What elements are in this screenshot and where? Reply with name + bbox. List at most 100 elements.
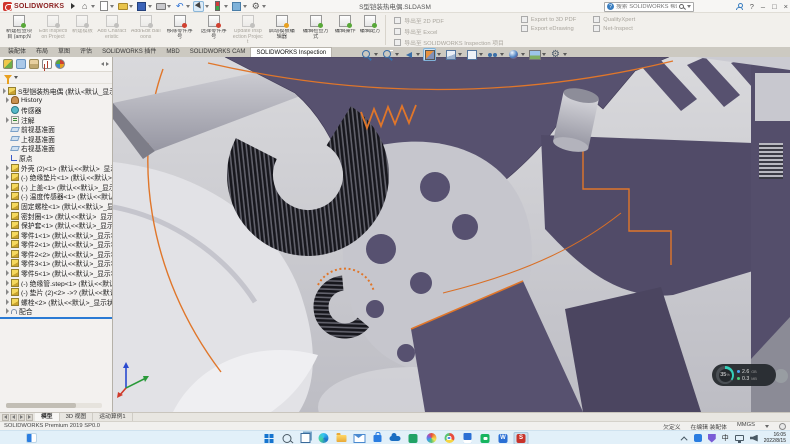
export-button[interactable]: Export eDrawing: [521, 25, 576, 32]
tray-expand-icon[interactable]: [680, 436, 687, 443]
tree-item[interactable]: 前视基准面: [0, 124, 112, 134]
tab-scroll-left[interactable]: [10, 414, 17, 421]
tree-item[interactable]: 零件2<2> (默认<<默认>_显示状态: [0, 249, 112, 259]
search-icon[interactable]: [280, 432, 295, 444]
dropdown-arrow-icon[interactable]: [521, 53, 525, 56]
tree-item[interactable]: 配合: [0, 307, 112, 317]
ribbon-button[interactable]: 新建检查项目 (amp;N: [2, 13, 36, 47]
configurationmanager-tab-icon[interactable]: [29, 59, 39, 69]
expand-arrow-icon[interactable]: [6, 203, 9, 209]
propertymanager-tab-icon[interactable]: [16, 59, 26, 69]
export-button[interactable]: 导出至 2D PDF: [394, 16, 504, 25]
heads-up-item[interactable]: [507, 48, 525, 61]
search-box[interactable]: ?: [604, 2, 694, 12]
options-icon[interactable]: [250, 1, 261, 12]
expand-arrow-icon[interactable]: [6, 270, 9, 276]
export-button[interactable]: Export to 3D PDF: [521, 16, 576, 23]
expand-arrow-icon[interactable]: [6, 174, 9, 180]
dropdown-arrow-icon[interactable]: [395, 53, 399, 56]
expand-arrow-icon[interactable]: [6, 184, 9, 190]
quick-access-item[interactable]: [212, 1, 228, 12]
dropdown-arrow-icon[interactable]: [500, 53, 504, 56]
tree-item[interactable]: 保护套<1> (默认<<默认>_显示状态: [0, 220, 112, 230]
heads-up-item[interactable]: [360, 48, 378, 61]
model-canvas[interactable]: [113, 57, 790, 412]
login-icon[interactable]: [736, 3, 743, 10]
commandmanager-tab[interactable]: MBD: [161, 47, 184, 57]
undo-icon[interactable]: [174, 1, 185, 12]
scrollbar-thumb[interactable]: [6, 403, 76, 408]
taskbar-clock[interactable]: 16:05 2022/8/15: [764, 432, 786, 444]
expand-arrow-icon[interactable]: [6, 260, 9, 266]
heads-up-item[interactable]: [402, 48, 420, 61]
tray-app-icon[interactable]: [694, 434, 702, 442]
tree-divider[interactable]: [0, 317, 112, 319]
filter-dropdown-icon[interactable]: [14, 76, 18, 79]
expand-arrow-icon[interactable]: [6, 251, 9, 257]
commandmanager-tab[interactable]: 草图: [53, 47, 75, 57]
dropdown-arrow-icon[interactable]: [167, 5, 171, 8]
panel-horizontal-scrollbar[interactable]: [6, 403, 102, 408]
store-icon[interactable]: [370, 432, 385, 444]
ribbon-button[interactable]: 移除零件序号: [163, 13, 197, 47]
tree-item[interactable]: 上视基准面: [0, 134, 112, 144]
display-settings-icon[interactable]: [231, 1, 242, 12]
dropdown-arrow-icon[interactable]: [224, 5, 228, 8]
tree-item[interactable]: (-) 绝缘管.step<1> (默认<<默认>: [0, 278, 112, 288]
dropdown-arrow-icon[interactable]: [91, 5, 95, 8]
expand-arrow-icon[interactable]: [6, 213, 9, 219]
ribbon-button[interactable]: 编辑检查方式: [299, 13, 333, 47]
ribbon-button[interactable]: 启动模板编辑器: [265, 13, 299, 47]
expand-arrow-icon[interactable]: [6, 117, 9, 123]
hide-show-items-icon[interactable]: [486, 48, 499, 61]
dropdown-arrow-icon[interactable]: [243, 5, 247, 8]
tree-item[interactable]: 右视基准面: [0, 144, 112, 154]
expand-arrow-icon[interactable]: [3, 88, 6, 94]
document-tab[interactable]: 模型: [35, 413, 60, 421]
dropdown-arrow-icon[interactable]: [374, 53, 378, 56]
quick-access-item[interactable]: [231, 1, 247, 12]
app-green-icon[interactable]: [406, 432, 421, 444]
tree-item[interactable]: 传感器: [0, 105, 112, 115]
tree-item[interactable]: (-) 绝缘垫片<1> (默认<<默认>_显示: [0, 172, 112, 182]
select-icon[interactable]: [193, 1, 204, 12]
search-input[interactable]: [616, 4, 677, 10]
export-button[interactable]: 导出至 Excel: [394, 27, 504, 36]
tree-item[interactable]: 原点: [0, 153, 112, 163]
quick-access-item[interactable]: [98, 1, 114, 12]
heads-up-item[interactable]: [444, 48, 462, 61]
overlay-handle[interactable]: [774, 369, 788, 383]
restore-button[interactable]: □: [772, 2, 777, 11]
widgets-icon[interactable]: [26, 433, 37, 443]
expand-arrow-icon[interactable]: [6, 232, 9, 238]
export-button[interactable]: QualityXpert: [593, 16, 635, 23]
tab-scroll-first[interactable]: [2, 414, 9, 421]
previous-view-icon[interactable]: [402, 48, 415, 61]
ribbon-button[interactable]: Add Characteristic: [95, 13, 129, 47]
quick-access-item[interactable]: [117, 1, 133, 12]
tree-item[interactable]: 外壳 (2)<1> (默认<<默认>_显示状态: [0, 163, 112, 173]
displaymanager-tab-icon[interactable]: [55, 59, 65, 69]
file-explorer-icon[interactable]: [334, 432, 349, 444]
commandmanager-tab[interactable]: 评估: [75, 47, 97, 57]
wps-icon[interactable]: W: [496, 432, 511, 444]
notification-icon[interactable]: [779, 423, 786, 430]
dimxpert-tab-icon[interactable]: [42, 59, 52, 69]
print-icon[interactable]: [155, 1, 166, 12]
home-icon[interactable]: [79, 1, 90, 12]
document-tab[interactable]: 3D 视图: [60, 413, 94, 421]
new-document-icon[interactable]: [98, 1, 109, 12]
expand-arrow-icon[interactable]: [6, 280, 9, 286]
quick-access-item[interactable]: [79, 1, 95, 12]
dropdown-arrow-icon[interactable]: [458, 53, 462, 56]
quick-access-item[interactable]: [193, 1, 209, 12]
tree-item[interactable]: 零件3<1> (默认<<默认>_显示状态: [0, 259, 112, 269]
close-button[interactable]: ×: [784, 2, 788, 11]
tree-item[interactable]: 螺栓<2> (默认<<默认>_显示状态: [0, 297, 112, 307]
ribbon-button[interactable]: 选择零件序号: [197, 13, 231, 47]
quick-access-item[interactable]: [174, 1, 190, 12]
ribbon-button[interactable]: Update Inspection Project: [231, 13, 265, 47]
heads-up-item[interactable]: [381, 48, 399, 61]
graphics-viewport[interactable]: 35% 2.6GB 0.3MB: [113, 57, 790, 412]
edit-appearance-icon[interactable]: [507, 48, 520, 61]
